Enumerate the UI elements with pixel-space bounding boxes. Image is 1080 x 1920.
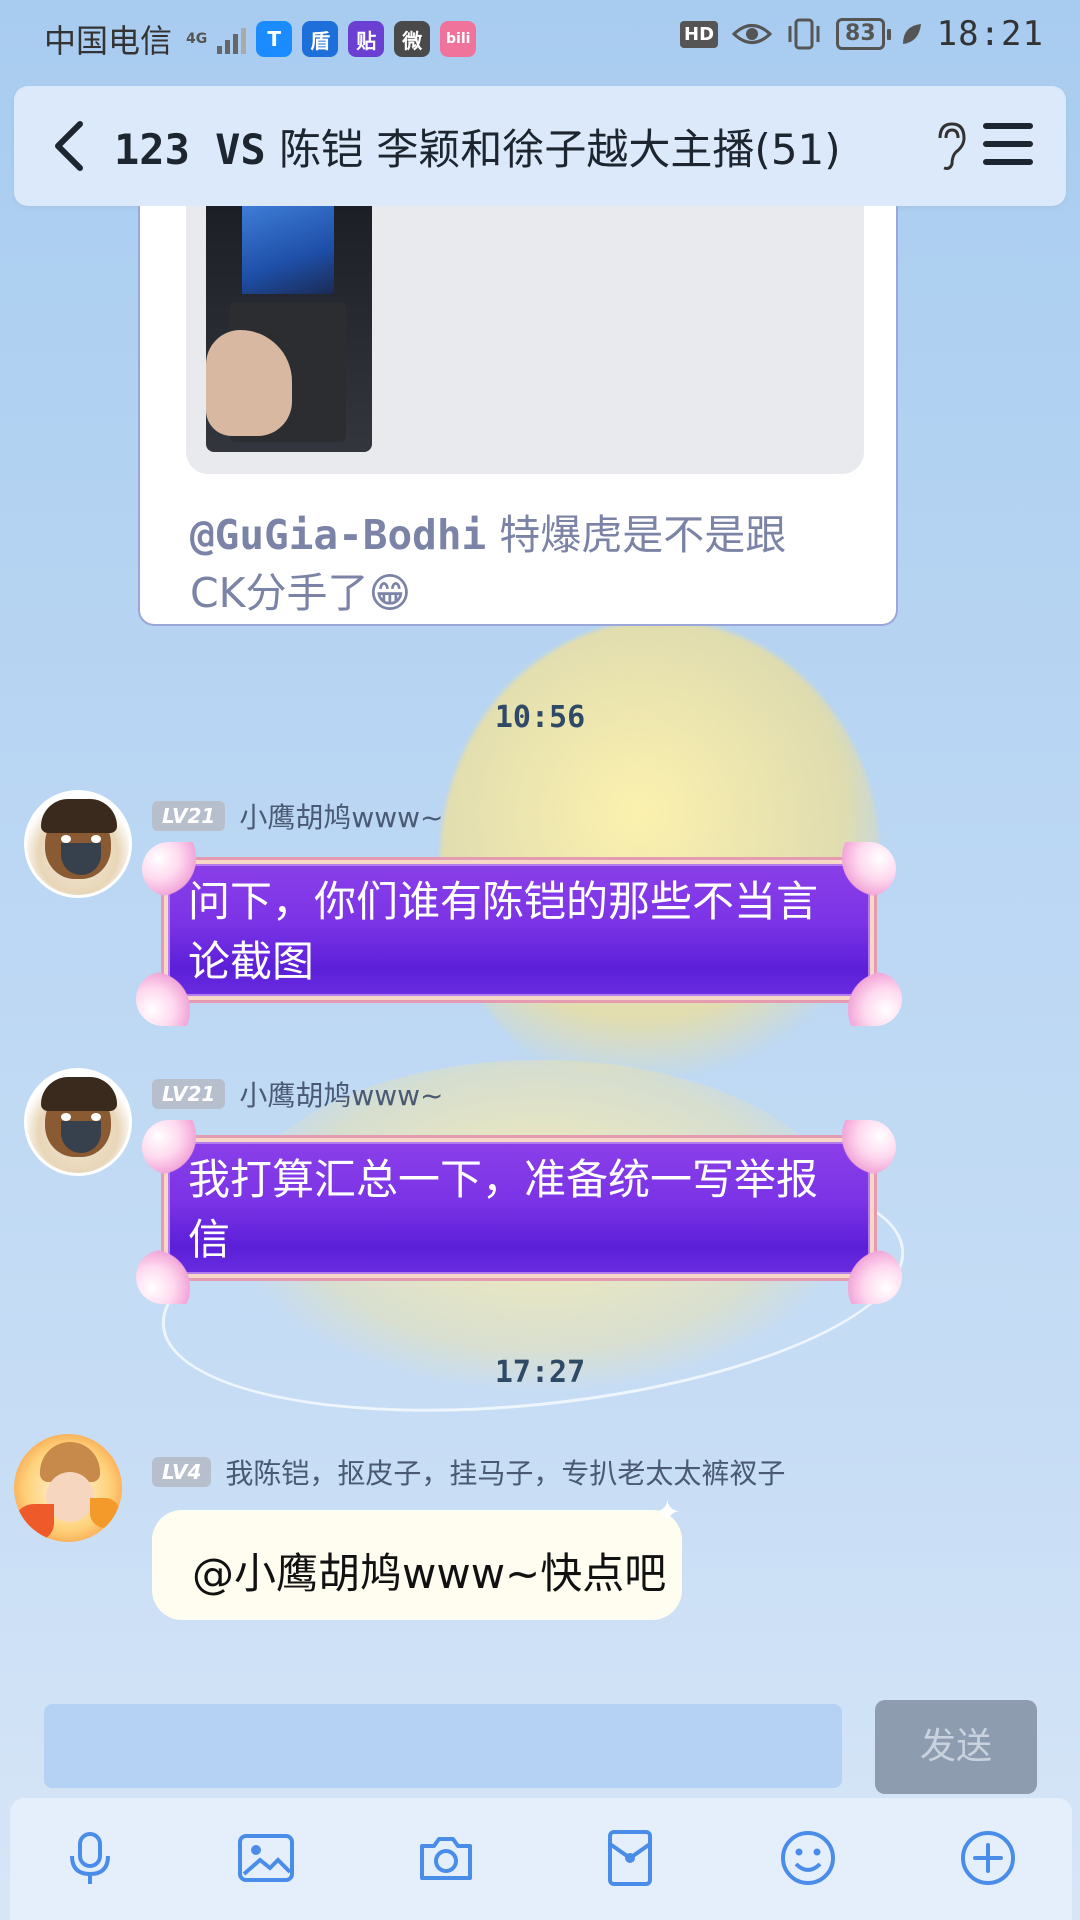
hd-icon: HD (680, 20, 719, 48)
menu-icon[interactable] (980, 116, 1036, 172)
camera-icon[interactable] (416, 1828, 476, 1888)
quoted-message-text: @GuGia-Bodhi 特爆虎是不是跟 CK分手了😁 (190, 506, 890, 622)
bilibili-icon: bili (440, 21, 477, 57)
back-arrow-icon[interactable] (42, 114, 102, 178)
app-notification-icon-1: T (256, 21, 293, 57)
app-notification-icon-3: 贴 (348, 21, 385, 57)
level-badge: LV21 (152, 801, 226, 831)
quoted-text-line2: CK分手了😁 (190, 569, 412, 617)
sparkle-icon: ✦ (654, 1493, 681, 1531)
clock: 18:21 (936, 14, 1044, 54)
message-input[interactable] (44, 1704, 842, 1788)
level-badge: LV21 (152, 1079, 226, 1109)
emoji-icon[interactable] (778, 1828, 838, 1888)
message-bubble[interactable]: @小鹰胡鸠www~快点吧 (152, 1510, 682, 1620)
vibrate-icon (788, 18, 820, 50)
microphone-icon[interactable] (60, 1828, 120, 1888)
carrier-name: 中国电信 (44, 22, 173, 60)
message-bubble[interactable]: 问下，你们谁有陈铠的那些不当言论截图 (136, 842, 902, 1026)
network-type: 4G (186, 31, 208, 47)
avatar[interactable] (24, 790, 132, 898)
leaf-icon (902, 24, 921, 44)
battery-icon: 83 (836, 18, 891, 50)
message-meta: LV21 小鹰胡鸠www~ (152, 1074, 443, 1114)
sender-nickname[interactable]: 我陈铠，抠皮子，挂马子，专扒老太太裤衩子 (225, 1452, 785, 1492)
chat-title: 123 VS 陈铠 李颖和徐子越大主播(51) (114, 116, 841, 177)
ear-icon[interactable] (934, 120, 968, 172)
sender-nickname[interactable]: 小鹰胡鸠www~ (239, 796, 443, 836)
image-icon[interactable] (236, 1828, 296, 1888)
message-text: @小鹰胡鸠www~快点吧 (192, 1549, 667, 1598)
wechat-icon: 微 (394, 21, 431, 57)
avatar[interactable] (24, 1068, 132, 1176)
status-left: 中国电信 4G T 盾 贴 微 bili (44, 16, 477, 62)
message-bubble[interactable]: 我打算汇总一下，准备统一写举报信 (136, 1120, 902, 1304)
status-bar: 中国电信 4G T 盾 贴 微 bili HD 83 18:21 (0, 0, 1080, 74)
eye-icon (732, 24, 773, 44)
message-meta: LV4 我陈铠，抠皮子，挂马子，专扒老太太裤衩子 (152, 1452, 785, 1492)
sender-nickname[interactable]: 小鹰胡鸠www~ (239, 1074, 443, 1114)
chat-header: 123 VS 陈铠 李颖和徐子越大主播(51) (14, 86, 1066, 206)
red-packet-icon[interactable] (600, 1828, 660, 1888)
message-text: 我打算汇总一下，准备统一写举报信 (188, 1155, 819, 1264)
mention-link[interactable]: @GuGia-Bodhi (190, 511, 486, 559)
chat-title-right: 陈铠 李颖和徐子越大主播(51) (279, 125, 841, 174)
chat-title-left: 123 VS (114, 125, 266, 174)
avatar[interactable] (14, 1434, 122, 1542)
signal-icon (217, 24, 247, 54)
send-button[interactable]: 发送 (875, 1700, 1037, 1794)
level-badge: LV4 (152, 1457, 212, 1487)
message-text: 问下，你们谁有陈铠的那些不当言论截图 (188, 877, 819, 986)
input-toolbar (10, 1798, 1072, 1920)
phone-screen (242, 206, 334, 294)
app-notification-icon-2: 盾 (302, 21, 339, 57)
quoted-text-line1: 特爆虎是不是跟 (486, 511, 787, 559)
plus-icon[interactable] (958, 1828, 1018, 1888)
status-right: HD 83 18:21 (680, 14, 1044, 54)
phone-photo-thumbnail[interactable] (206, 206, 372, 452)
timestamp: 10:56 (494, 700, 586, 735)
timestamp: 17:27 (494, 1355, 586, 1390)
message-meta: LV21 小鹰胡鸠www~ (152, 796, 443, 836)
